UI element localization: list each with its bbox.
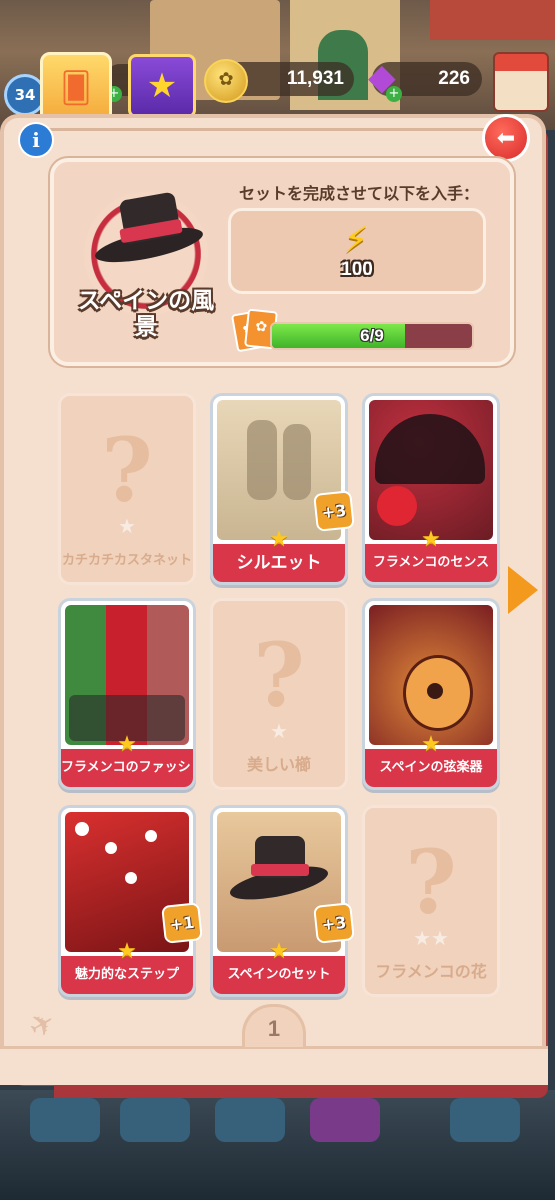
- resource-bar: + 8 34 🂠 ★ ✿ 11,931 ◆ + 226: [0, 44, 555, 124]
- card-duplicate-badge: +3: [313, 902, 355, 944]
- card-art: [369, 400, 493, 540]
- card-star-icon: ★: [117, 732, 137, 757]
- star-event-icon[interactable]: ★: [128, 54, 196, 118]
- bottom-nav-button: [215, 1098, 285, 1142]
- set-header: スペインの風景 セットを完成させて以下を入手： ⚡ 100 ✿ ✿ 6/9: [50, 158, 514, 366]
- card-star-icon: ★: [118, 514, 136, 538]
- coin-value: 11,931: [286, 68, 344, 89]
- card-star-icon: ★: [117, 939, 137, 964]
- bolt-icon: ⚡: [343, 220, 369, 261]
- bottom-nav-button: [450, 1098, 520, 1142]
- card-name: カチカチカスタネット: [61, 553, 192, 568]
- background-roof: [430, 0, 555, 40]
- set-progress-text: 6/9: [360, 326, 384, 345]
- card-castanets[interactable]: ? ★ カチカチカスタネット: [58, 393, 196, 585]
- card-spanish-strings[interactable]: スペインの弦楽器 ★: [362, 598, 500, 790]
- hat-icon: [92, 191, 206, 272]
- question-mark-icon: ?: [405, 830, 457, 934]
- card-star-icon: ★: [421, 527, 441, 552]
- card-name: フラメンコの花: [375, 962, 487, 981]
- reward-box: ⚡ 100: [228, 208, 486, 294]
- card-art: [65, 605, 189, 745]
- coin-icon: ✿: [204, 59, 248, 103]
- card-duplicate-badge: +3: [313, 490, 355, 532]
- question-mark-icon: ?: [253, 623, 305, 727]
- card-spain-set[interactable]: スペインのセット ★ +3: [210, 805, 355, 997]
- set-progress-bar: 6/9: [270, 322, 474, 350]
- card-star-icon: ★: [421, 732, 441, 757]
- card-flamenco-sense[interactable]: フラメンコのセンス ★: [362, 393, 500, 585]
- info-icon[interactable]: i: [18, 122, 54, 158]
- gem-value: 226: [438, 68, 470, 89]
- gem-counter[interactable]: ◆ + 226: [368, 58, 482, 102]
- card-art: [369, 605, 493, 745]
- bottom-background: [0, 1090, 555, 1200]
- reward-label: セットを完成させて以下を入手：: [238, 184, 479, 203]
- card-album-icon[interactable]: 🂠: [40, 52, 112, 124]
- card-star-icon: ★: [269, 527, 289, 552]
- card-charming-step[interactable]: 魅力的なステップ ★ +1: [58, 805, 203, 997]
- bottom-nav-button: [310, 1098, 380, 1142]
- gem-plus-icon[interactable]: +: [386, 86, 402, 102]
- card-duplicate-badge: +1: [161, 902, 203, 944]
- set-title: スペインの風景: [77, 288, 215, 340]
- card-flamenco-flower[interactable]: ? ★★ フラメンコの花: [362, 805, 500, 997]
- book-bottom: [0, 1046, 548, 1085]
- card-silhouette[interactable]: シルエット ★ +3: [210, 393, 355, 585]
- card-beautiful-comb[interactable]: ? ★ 美しい櫛: [210, 598, 348, 790]
- back-arrow-icon[interactable]: ⬅: [482, 114, 530, 162]
- coin-counter[interactable]: ✿ 11,931: [204, 59, 354, 103]
- card-flamenco-fashion[interactable]: フラメンコのファッション★: [58, 598, 196, 790]
- next-arrow-icon[interactable]: [508, 566, 538, 614]
- bottom-nav-button: [120, 1098, 190, 1142]
- card-star-icon: ★: [270, 719, 288, 743]
- reward-amount: 100: [341, 259, 373, 280]
- card-name: 美しい櫛: [246, 755, 311, 774]
- shop-icon[interactable]: [493, 52, 549, 112]
- question-mark-icon: ?: [101, 418, 153, 522]
- card-star-icon: ★★: [413, 926, 449, 950]
- card-star-icon: ★: [269, 939, 289, 964]
- bottom-nav-button: [30, 1098, 100, 1142]
